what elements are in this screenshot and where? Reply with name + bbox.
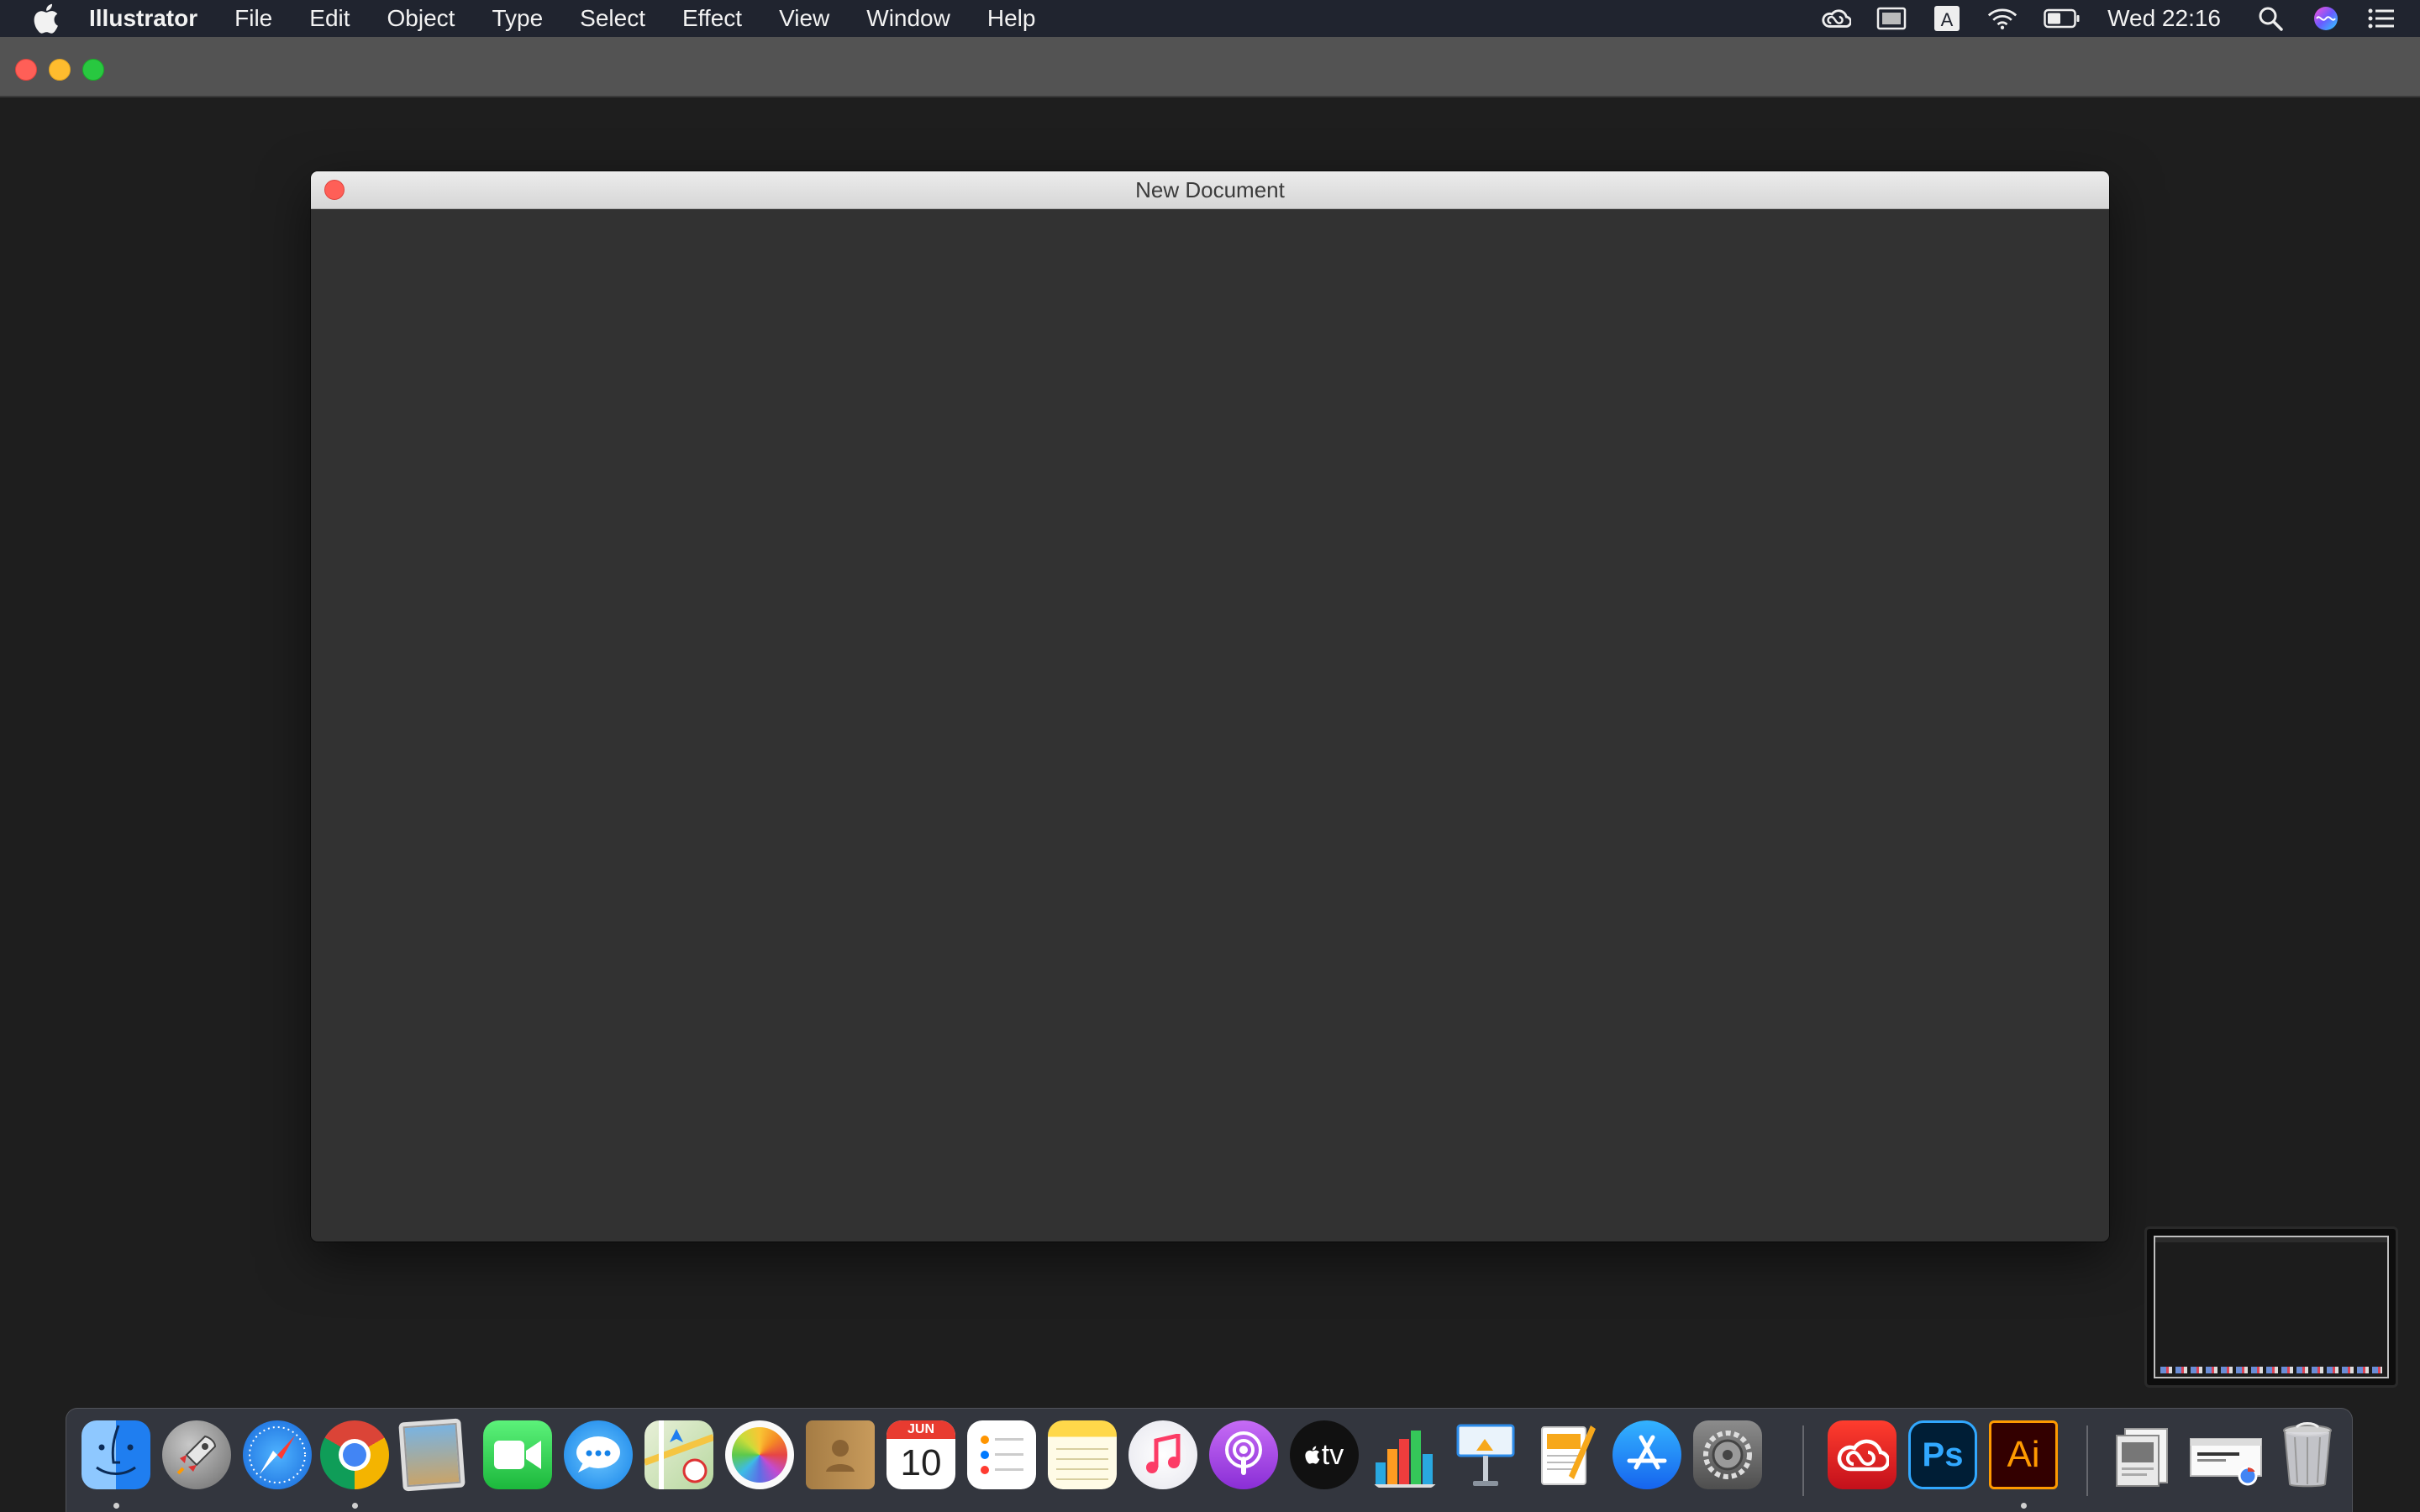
siri-icon[interactable] <box>2311 3 2341 34</box>
preview-icon[interactable] <box>398 1418 466 1492</box>
menu-help[interactable]: Help <box>969 0 1055 37</box>
creative-cloud-icon[interactable] <box>1821 3 1852 34</box>
maps-icon[interactable] <box>644 1420 713 1489</box>
reminders-icon[interactable] <box>967 1420 1036 1489</box>
creative-cloud-icon[interactable] <box>1828 1420 1897 1489</box>
podcasts-icon[interactable] <box>1209 1420 1278 1489</box>
menu-select[interactable]: Select <box>561 0 664 37</box>
chrome-window-icon[interactable] <box>2189 1420 2265 1489</box>
app-store-icon[interactable] <box>1612 1420 1681 1489</box>
input-source-icon[interactable]: A <box>1932 3 1962 34</box>
notes-icon[interactable] <box>1048 1420 1117 1489</box>
menu-effect[interactable]: Effect <box>664 0 760 37</box>
search-icon[interactable] <box>2255 3 2286 34</box>
window-titlebar[interactable] <box>0 37 2420 97</box>
menu-view[interactable]: View <box>760 0 848 37</box>
system-preferences-icon[interactable] <box>1693 1420 1762 1489</box>
dialog-titlebar[interactable]: New Document <box>311 171 2109 209</box>
window-zoom-button[interactable] <box>82 59 104 81</box>
illustrator-icon[interactable]: Ai <box>1989 1420 2058 1489</box>
photoshop-icon[interactable]: Ps <box>1908 1420 1977 1489</box>
menu-app-name[interactable]: Illustrator <box>89 0 216 37</box>
dialog-title: New Document <box>1135 177 1285 202</box>
dock-separator <box>2086 1425 2088 1496</box>
pages-icon[interactable] <box>1532 1420 1601 1489</box>
dialog-content-area <box>311 209 2109 1242</box>
keynote-icon[interactable] <box>1451 1420 1520 1489</box>
notification-center-icon[interactable] <box>2366 3 2396 34</box>
apple-logo-icon[interactable] <box>32 2 60 35</box>
display-icon[interactable] <box>1876 3 1907 34</box>
calendar-day: 10 <box>900 1442 942 1483</box>
dock-separator <box>1802 1425 1804 1496</box>
dialog-close-button[interactable] <box>324 180 345 200</box>
finder-icon[interactable] <box>82 1420 150 1489</box>
music-icon[interactable] <box>1128 1420 1197 1489</box>
thumbnail-dock <box>2160 1367 2382 1373</box>
tv-icon[interactable]: tv <box>1290 1420 1359 1489</box>
menubar-clock[interactable]: Wed 22:16 <box>2107 5 2221 32</box>
chrome-icon[interactable] <box>320 1420 389 1489</box>
running-indicator <box>352 1503 358 1509</box>
tv-label: tv <box>1321 1438 1344 1471</box>
new-document-dialog: New Document <box>311 171 2109 1242</box>
document-stack-icon[interactable] <box>2108 1420 2177 1489</box>
calendar-icon[interactable]: JUN 10 <box>886 1420 955 1489</box>
menu-file[interactable]: File <box>216 0 291 37</box>
menu-bar: Illustrator File Edit Object Type Select… <box>0 0 2420 37</box>
running-indicator <box>2021 1503 2027 1509</box>
contacts-icon[interactable] <box>806 1420 875 1489</box>
window-minimize-button[interactable] <box>49 59 71 81</box>
thumbnail-menubar <box>2155 1237 2387 1242</box>
window-close-button[interactable] <box>15 59 37 81</box>
dock: JUN 10 tv Ps Ai <box>66 1408 2353 1512</box>
battery-icon[interactable] <box>2043 3 2081 34</box>
svg-text:A: A <box>1941 9 1954 30</box>
menu-window[interactable]: Window <box>848 0 969 37</box>
running-indicator <box>113 1503 119 1509</box>
menu-type[interactable]: Type <box>473 0 561 37</box>
numbers-icon[interactable] <box>1370 1420 1439 1489</box>
trash-icon[interactable] <box>2273 1420 2342 1489</box>
safari-icon[interactable] <box>243 1420 312 1489</box>
menu-object[interactable]: Object <box>369 0 474 37</box>
thumbnail-screen <box>2154 1236 2389 1378</box>
status-menus: A Wed 22:16 <box>1808 0 2420 37</box>
photoshop-label: Ps <box>1922 1436 1964 1473</box>
calendar-month: JUN <box>886 1420 955 1439</box>
menu-edit[interactable]: Edit <box>291 0 368 37</box>
illustrator-label: Ai <box>2007 1434 2040 1475</box>
wifi-icon[interactable] <box>1987 3 2018 34</box>
messages-icon[interactable] <box>564 1420 633 1489</box>
facetime-icon[interactable] <box>483 1420 552 1489</box>
window-preview-thumbnail[interactable] <box>2144 1226 2398 1388</box>
photos-icon[interactable] <box>725 1420 794 1489</box>
launchpad-icon[interactable] <box>162 1420 231 1489</box>
